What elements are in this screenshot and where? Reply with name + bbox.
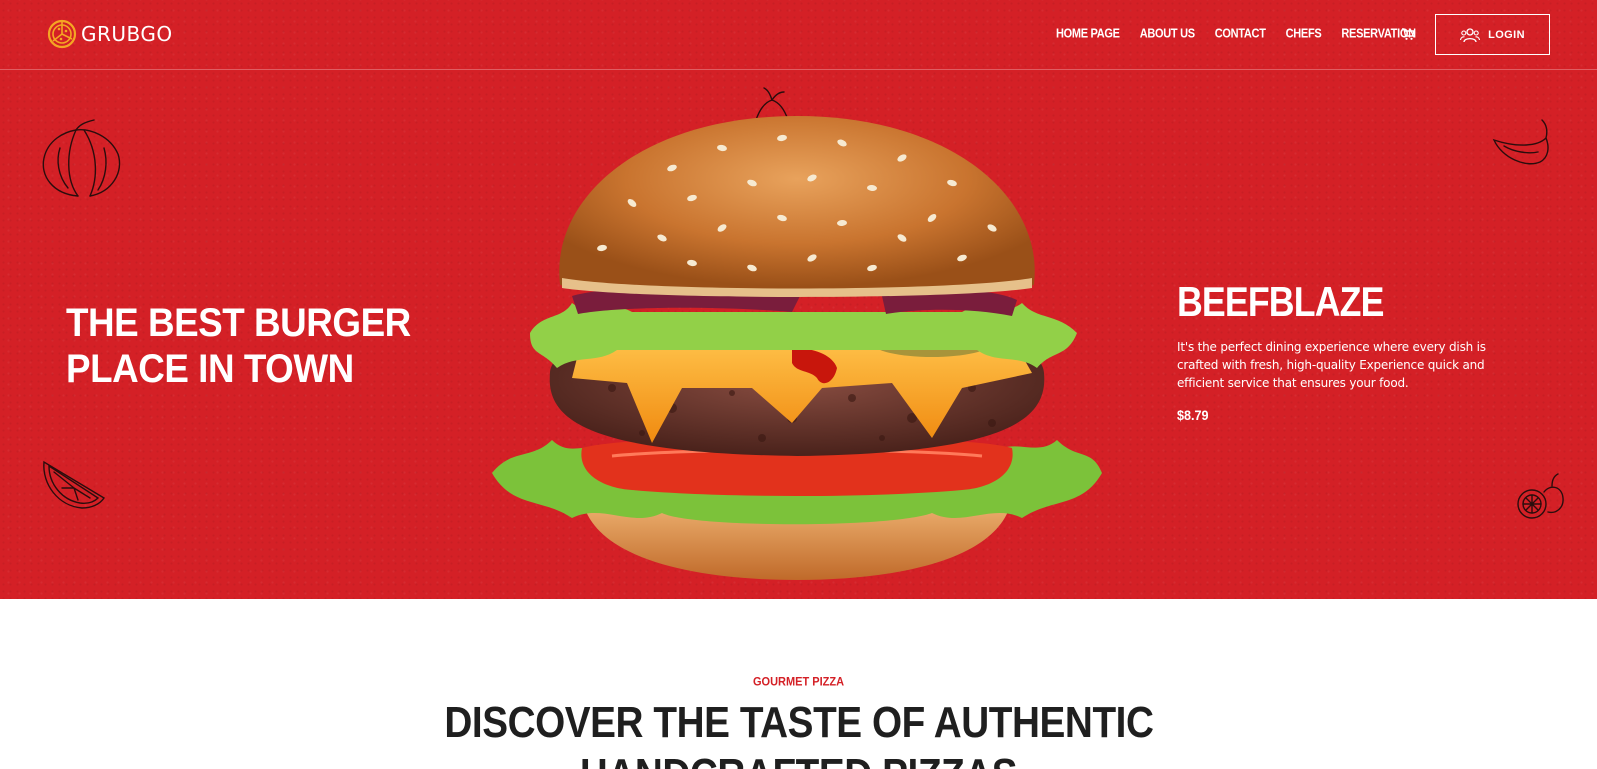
burger-image [492,116,1102,580]
chili-doodle-icon [1492,119,1549,165]
nav-item-chefs[interactable]: CHEFS [1286,27,1322,41]
tomato-doodle-icon [1517,473,1564,519]
gourmet-section: GOURMET PIZZA DISCOVER THE TASTE OF AUTH… [0,599,1597,769]
product-description: It's the perfect dining experience where… [1177,340,1486,390]
main-nav: HOME PAGE ABOUT US CONTACT CHEFS RESERVA… [1056,27,1436,41]
cart-icon[interactable] [1401,27,1415,41]
product-name: BEEFBLAZE [1177,278,1384,325]
section-title: DISCOVER THE TASTE OF AUTHENTIC HANDCRAF… [0,697,1597,769]
pizza-logo-icon [47,19,77,49]
top-navbar: GRUBGO HOME PAGE ABOUT US CONTACT CHEFS … [0,0,1597,70]
garlic-doodle-icon [42,119,121,197]
hero-heading-line1: THE BEST BURGER [66,301,411,345]
nav-item-home[interactable]: HOME PAGE [1056,27,1120,41]
brand-name: GRUBGO [81,22,173,46]
hero-heading: THE BEST BURGER PLACE IN TOWN [66,300,416,392]
section-title-line1: DISCOVER THE TASTE OF AUTHENTIC [443,698,1154,747]
login-button[interactable]: LOGIN [1435,14,1550,55]
nav-item-contact[interactable]: CONTACT [1215,27,1266,41]
product-price: $8.79 [1177,407,1209,423]
section-eyebrow: GOURMET PIZZA [752,675,845,689]
brand-logo[interactable]: GRUBGO [47,19,173,49]
hero-heading-line2: PLACE IN TOWN [66,347,354,391]
hero-section: GRUBGO HOME PAGE ABOUT US CONTACT CHEFS … [0,0,1597,599]
login-label: LOGIN [1488,28,1525,41]
section-title-line2: HANDCRAFTED PIZZAS [580,749,1018,769]
lemon-slice-doodle-icon [43,460,105,509]
nav-item-about[interactable]: ABOUT US [1140,27,1195,41]
users-icon [1460,27,1481,42]
